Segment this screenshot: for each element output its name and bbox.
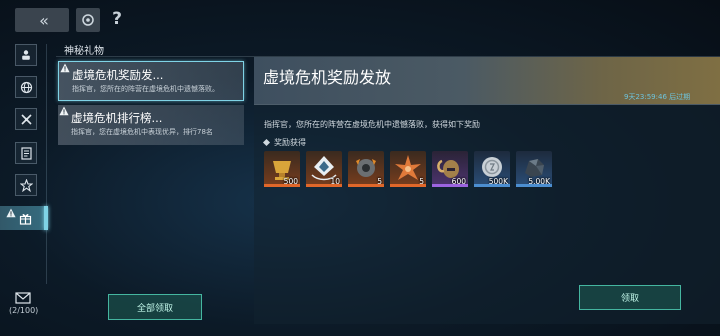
warning-icon bbox=[6, 208, 16, 218]
nav-item-world[interactable] bbox=[15, 76, 37, 98]
warning-icon bbox=[59, 106, 69, 116]
nav-item-profile[interactable] bbox=[15, 44, 37, 66]
detail-header: 虚境危机奖励发放 9天23:59:46 后过期 bbox=[254, 57, 720, 104]
diamond-icon bbox=[262, 138, 271, 147]
rarity-strip bbox=[474, 184, 510, 187]
help-button[interactable]: ? bbox=[108, 9, 126, 29]
active-indicator bbox=[44, 206, 48, 230]
globe-icon bbox=[20, 81, 32, 93]
claim-all-button[interactable]: 全部领取 bbox=[108, 294, 202, 320]
reward-item[interactable]: 600 bbox=[432, 151, 468, 187]
rarity-strip bbox=[348, 184, 384, 187]
reward-label-text: 奖励获得 bbox=[274, 138, 306, 147]
section-title: 神秘礼物 bbox=[64, 46, 104, 57]
top-bar: « ? bbox=[0, 0, 720, 40]
claim-button[interactable]: 领取 bbox=[579, 285, 681, 310]
message-item[interactable]: 虚境危机排行榜... 指挥官，您在虚境危机中表现优异，排行78名 bbox=[58, 105, 244, 145]
mail-icon[interactable] bbox=[15, 292, 31, 304]
crossed-wings-icon bbox=[20, 113, 32, 125]
nav-item-reports[interactable] bbox=[15, 142, 37, 164]
nav-item-alliance[interactable] bbox=[15, 108, 37, 130]
star-icon bbox=[19, 178, 33, 192]
warning-icon bbox=[60, 63, 70, 73]
rarity-strip bbox=[306, 184, 342, 187]
detail-divider bbox=[254, 104, 720, 105]
rarity-strip bbox=[264, 184, 300, 187]
reward-item[interactable]: 5.00K bbox=[516, 151, 552, 187]
double-chevron-left-icon: « bbox=[39, 10, 49, 30]
refresh-button[interactable] bbox=[76, 8, 100, 32]
document-icon bbox=[20, 146, 32, 160]
reward-item[interactable]: 5 bbox=[390, 151, 426, 187]
mail-count: (2/100) bbox=[9, 306, 39, 315]
message-subtitle: 指挥官，您所在的阵营在虚境危机中遗憾落败。 bbox=[72, 85, 219, 93]
nav-item-favorites[interactable] bbox=[15, 174, 37, 196]
detail-title: 虚境危机奖励发放 bbox=[263, 68, 392, 87]
reward-item[interactable]: 500 bbox=[264, 151, 300, 187]
message-detail-panel: 虚境危机奖励发放 9天23:59:46 后过期 指挥官，您所在的阵营在虚境危机中… bbox=[254, 57, 720, 324]
reward-item[interactable]: 5 bbox=[348, 151, 384, 187]
message-subtitle: 指挥官，您在虚境危机中表现优异，排行78名 bbox=[71, 128, 213, 136]
rarity-strip bbox=[390, 184, 426, 187]
reward-item[interactable]: 10 bbox=[306, 151, 342, 187]
gift-icon bbox=[19, 213, 31, 225]
reward-label: 奖励获得 bbox=[262, 137, 306, 148]
rarity-strip bbox=[432, 184, 468, 187]
rarity-strip bbox=[516, 184, 552, 187]
message-title: 虚境危机奖励发... bbox=[72, 68, 164, 82]
expiry-timer: 9天23:59:46 后过期 bbox=[624, 93, 691, 101]
detail-body: 指挥官，您所在的阵营在虚境危机中遗憾落败，获得如下奖励 bbox=[264, 120, 480, 129]
person-icon bbox=[22, 50, 30, 60]
back-button[interactable]: « bbox=[15, 8, 69, 32]
message-item[interactable]: 虚境危机奖励发... 指挥官，您所在的阵营在虚境危机中遗憾落败。 bbox=[58, 61, 244, 101]
reward-item[interactable]: 500K bbox=[474, 151, 510, 187]
nav-divider bbox=[46, 44, 47, 284]
message-title: 虚境危机排行榜... bbox=[71, 111, 163, 125]
refresh-icon bbox=[82, 14, 94, 26]
